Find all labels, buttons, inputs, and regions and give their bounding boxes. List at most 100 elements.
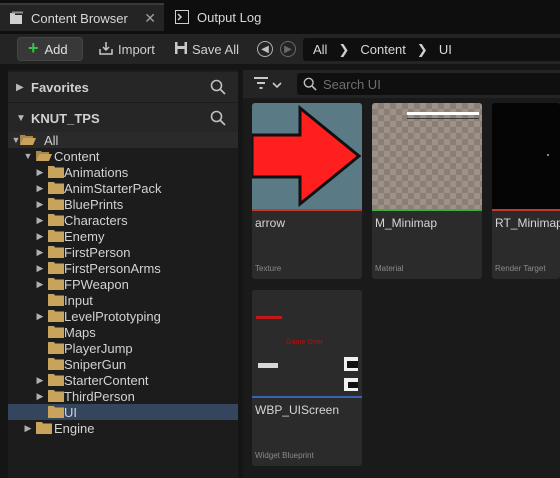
sources-panel: ▶ Favorites ▼ KNUT_TPS ▼ All ▼ Content ▶… — [8, 70, 238, 478]
tree-item-characters[interactable]: ▶ Characters — [8, 212, 238, 228]
breadcrumb-ui[interactable]: UI — [439, 42, 452, 57]
tree-item-label: ThirdPerson — [64, 388, 135, 404]
search-icon — [303, 77, 317, 91]
forward-icon[interactable]: ▶ — [280, 41, 296, 57]
asset-tile-rt-minimap[interactable]: RT_Minimap Render Target — [492, 103, 560, 279]
chevron-right-icon: ▶ — [16, 81, 24, 93]
search-icon[interactable] — [210, 79, 226, 98]
folder-icon — [48, 390, 64, 402]
save-all-button[interactable]: Save All — [174, 39, 239, 59]
tree-item-thirdperson[interactable]: ▶ ThirdPerson — [8, 388, 238, 404]
import-icon — [98, 40, 114, 59]
project-header[interactable]: ▼ KNUT_TPS — [8, 103, 238, 133]
tree-item-animations[interactable]: ▶ Animations — [8, 164, 238, 180]
asset-tile-arrow[interactable]: arrow Texture — [252, 103, 362, 279]
tree-item-levelprototyping[interactable]: ▶ LevelPrototyping — [8, 308, 238, 324]
import-button[interactable]: Import — [98, 39, 155, 59]
folder-icon — [48, 182, 64, 194]
search-icon[interactable] — [210, 110, 226, 129]
asset-type: Texture — [255, 264, 282, 273]
folder-tree: ▼ All ▼ Content ▶ Animations ▶ AnimStarterP… — [8, 132, 238, 436]
tree-item-firstpersonarms[interactable]: ▶ FirstPersonArms — [8, 260, 238, 276]
plus-icon: + — [28, 37, 39, 58]
tree-item-label: FirstPerson — [64, 244, 131, 260]
folder-icon — [48, 342, 64, 354]
project-title: KNUT_TPS — [31, 110, 100, 126]
folder-icon — [36, 422, 52, 434]
chevron-right-icon: ▶ — [36, 182, 44, 193]
folder-icon — [48, 198, 64, 210]
tree-item-label: Characters — [64, 212, 128, 228]
folder-open-icon — [20, 134, 36, 146]
tab-output-log[interactable]: Output Log — [166, 3, 296, 31]
tree-item-animstarterpack[interactable]: ▶ AnimStarterPack — [8, 180, 238, 196]
folder-icon — [48, 278, 64, 290]
chevron-right-icon: ▶ — [36, 214, 44, 225]
tree-item-fpweapon[interactable]: ▶ FPWeapon — [8, 276, 238, 292]
tree-item-label: SniperGun — [64, 356, 127, 372]
folder-icon — [48, 406, 64, 418]
tree-item-content[interactable]: ▼ Content — [8, 148, 238, 164]
tree-item-label: Input — [64, 292, 93, 308]
material-thumbnail — [372, 103, 482, 209]
tree-item-maps[interactable]: Maps — [8, 324, 238, 340]
chevron-down-icon — [272, 77, 282, 92]
tree-item-blueprints[interactable]: ▶ BluePrints — [8, 196, 238, 212]
back-icon[interactable]: ◀ — [257, 41, 273, 57]
tab-content-browser[interactable]: Content Browser ✕ — [0, 3, 164, 31]
tree-item-label: Animations — [64, 164, 129, 180]
tree-item-label: All — [44, 132, 59, 148]
favorites-header[interactable]: ▶ Favorites — [8, 72, 238, 102]
asset-tile-m-minimap[interactable]: M_Minimap Material — [372, 103, 482, 279]
close-icon[interactable]: ✕ — [144, 10, 156, 27]
folder-open-icon — [36, 150, 52, 162]
texture-thumbnail — [252, 103, 362, 209]
breadcrumb-all[interactable]: All — [313, 42, 327, 57]
asset-name: RT_Minimap — [495, 216, 560, 230]
folder-icon — [48, 310, 64, 322]
tree-item-enemy[interactable]: ▶ Enemy — [8, 228, 238, 244]
tree-item-firstperson[interactable]: ▶ FirstPerson — [8, 244, 238, 260]
add-button[interactable]: + Add — [17, 37, 83, 61]
tree-item-input[interactable]: Input — [8, 292, 238, 308]
tree-item-label: AnimStarterPack — [64, 180, 162, 196]
folder-stack-icon — [8, 10, 24, 26]
tree-item-label: Content — [54, 148, 100, 164]
asset-name: arrow — [255, 216, 286, 230]
search-box — [297, 73, 560, 95]
tab-label: Content Browser — [31, 10, 128, 26]
save-all-label: Save All — [192, 41, 239, 57]
folder-icon — [48, 294, 64, 306]
favorites-title: Favorites — [31, 79, 89, 95]
breadcrumb-content[interactable]: Content — [360, 42, 406, 57]
search-input[interactable] — [323, 76, 543, 92]
folder-icon — [48, 326, 64, 338]
tree-item-ui[interactable]: UI — [8, 404, 238, 420]
chevron-right-icon: ▶ — [36, 374, 44, 385]
asset-type-color-bar — [252, 396, 362, 398]
asset-view: arrow Texture M_Minimap Material RT_Mini… — [243, 70, 560, 478]
asset-type: Material — [375, 264, 404, 273]
asset-name: M_Minimap — [375, 216, 438, 230]
add-label: Add — [44, 41, 68, 57]
tree-item-engine[interactable]: ▶ Engine — [8, 420, 238, 436]
tree-item-all[interactable]: ▼ All — [8, 132, 238, 148]
chevron-right-icon: ▶ — [36, 262, 44, 273]
asset-type: Render Target — [495, 264, 546, 273]
tree-item-startercontent[interactable]: ▶ StarterContent — [8, 372, 238, 388]
chevron-right-icon: ▶ — [36, 230, 44, 241]
tree-item-label: Enemy — [64, 228, 105, 244]
filter-bar — [243, 70, 560, 98]
asset-tile-wbp-uiscreen[interactable]: Game Over WBP_UIScreen Widget Blueprint — [252, 290, 362, 466]
filter-button[interactable] — [253, 76, 282, 93]
tree-item-label: Engine — [54, 420, 95, 436]
folder-icon — [48, 374, 64, 386]
tree-item-playerjump[interactable]: PlayerJump — [8, 340, 238, 356]
preview-text: Game Over — [286, 339, 324, 346]
folder-icon — [48, 246, 64, 258]
tree-item-snipergun[interactable]: SniperGun — [8, 356, 238, 372]
chevron-down-icon: ▼ — [23, 151, 33, 161]
tree-item-label: FPWeapon — [64, 276, 129, 292]
tree-item-label: Maps — [64, 324, 96, 340]
chevron-right-icon: ❯ — [416, 41, 428, 57]
